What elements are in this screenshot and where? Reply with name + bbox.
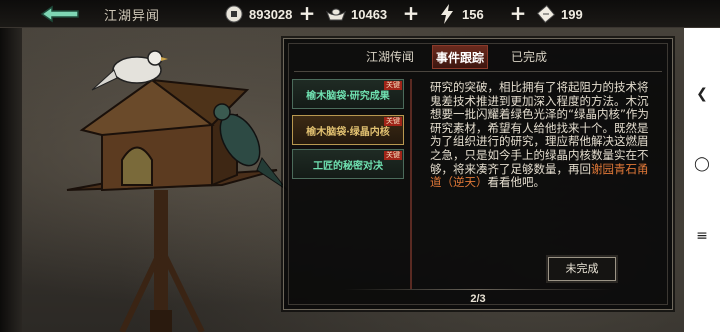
birdhouse-illustration [66,50,288,332]
coin-icon [224,4,244,24]
system-nav-bar: ❮ ◯ ≡ [684,28,720,332]
add-energy-button[interactable]: + [508,2,528,24]
unfinished-button[interactable]: 未完成 [548,257,616,281]
quest-item-label: 工匠的秘密对决 [313,160,383,172]
back-arrow-icon [40,5,79,23]
coin-value: 893028 [249,6,293,22]
quest-description[interactable]: 研究的突破，相比拥有了将起阻力的技术将鬼差技术推进到更加深入程度的方法。木沉想要… [430,81,652,273]
ingot-value: 10463 [351,6,388,22]
back-button[interactable] [38,3,82,25]
page-title: 江湖异闻 [104,9,161,24]
quest-item-craftsman-duel[interactable]: 工匠的秘密对决 关键 [292,149,404,179]
description-text-end: 看看他吧。 [487,175,546,190]
quest-item-research-results[interactable]: 榆木脑袋·研究成果 关键 [292,79,404,109]
ingot-icon [326,4,346,24]
quest-panel: 江湖传闻 事件跟踪 已完成 榆木脑袋·研究成果 关键 榆木脑袋·绿晶内核 关键 … [283,38,673,310]
nav-back-icon[interactable]: ❮ [684,86,720,102]
ingot-counter: 10463 [326,3,387,25]
tab-rumors[interactable]: 江湖传闻 [360,45,420,69]
lightning-icon [437,4,457,24]
add-coins-button[interactable]: + [297,2,317,24]
quest-item-label: 榆木脑袋·研究成果 [306,90,390,102]
top-bar: 江湖异闻 893028 + 10463 + 156 + 199 [0,0,720,28]
quest-item-green-crystal-core[interactable]: 榆木脑袋·绿晶内核 关键 [292,115,404,145]
quest-tabs: 江湖传闻 事件跟踪 已完成 [284,45,672,69]
energy-value: 156 [462,6,484,22]
nav-home-icon[interactable]: ◯ [684,156,720,172]
tab-event-tracking[interactable]: 事件跟踪 [432,45,488,69]
ticket-icon [536,4,556,24]
key-quest-badge: 关键 [384,117,402,126]
list-divider [410,79,412,289]
key-quest-badge: 关键 [384,151,402,160]
tab-completed[interactable]: 已完成 [504,45,554,69]
page-indicator: 2/3 [470,293,486,305]
ticket-value: 199 [561,6,583,22]
add-ingots-button[interactable]: + [401,2,421,24]
energy-counter: 156 [437,3,484,25]
ticket-counter: 199 [536,3,583,25]
pager-divider [344,289,612,290]
left-edge-shade [0,28,22,332]
key-quest-badge: 关键 [384,81,402,90]
quest-item-label: 榆木脑袋·绿晶内核 [306,126,390,138]
nav-menu-icon[interactable]: ≡ [684,228,720,244]
tab-divider [294,71,662,72]
coin-counter: 893028 [224,3,292,25]
